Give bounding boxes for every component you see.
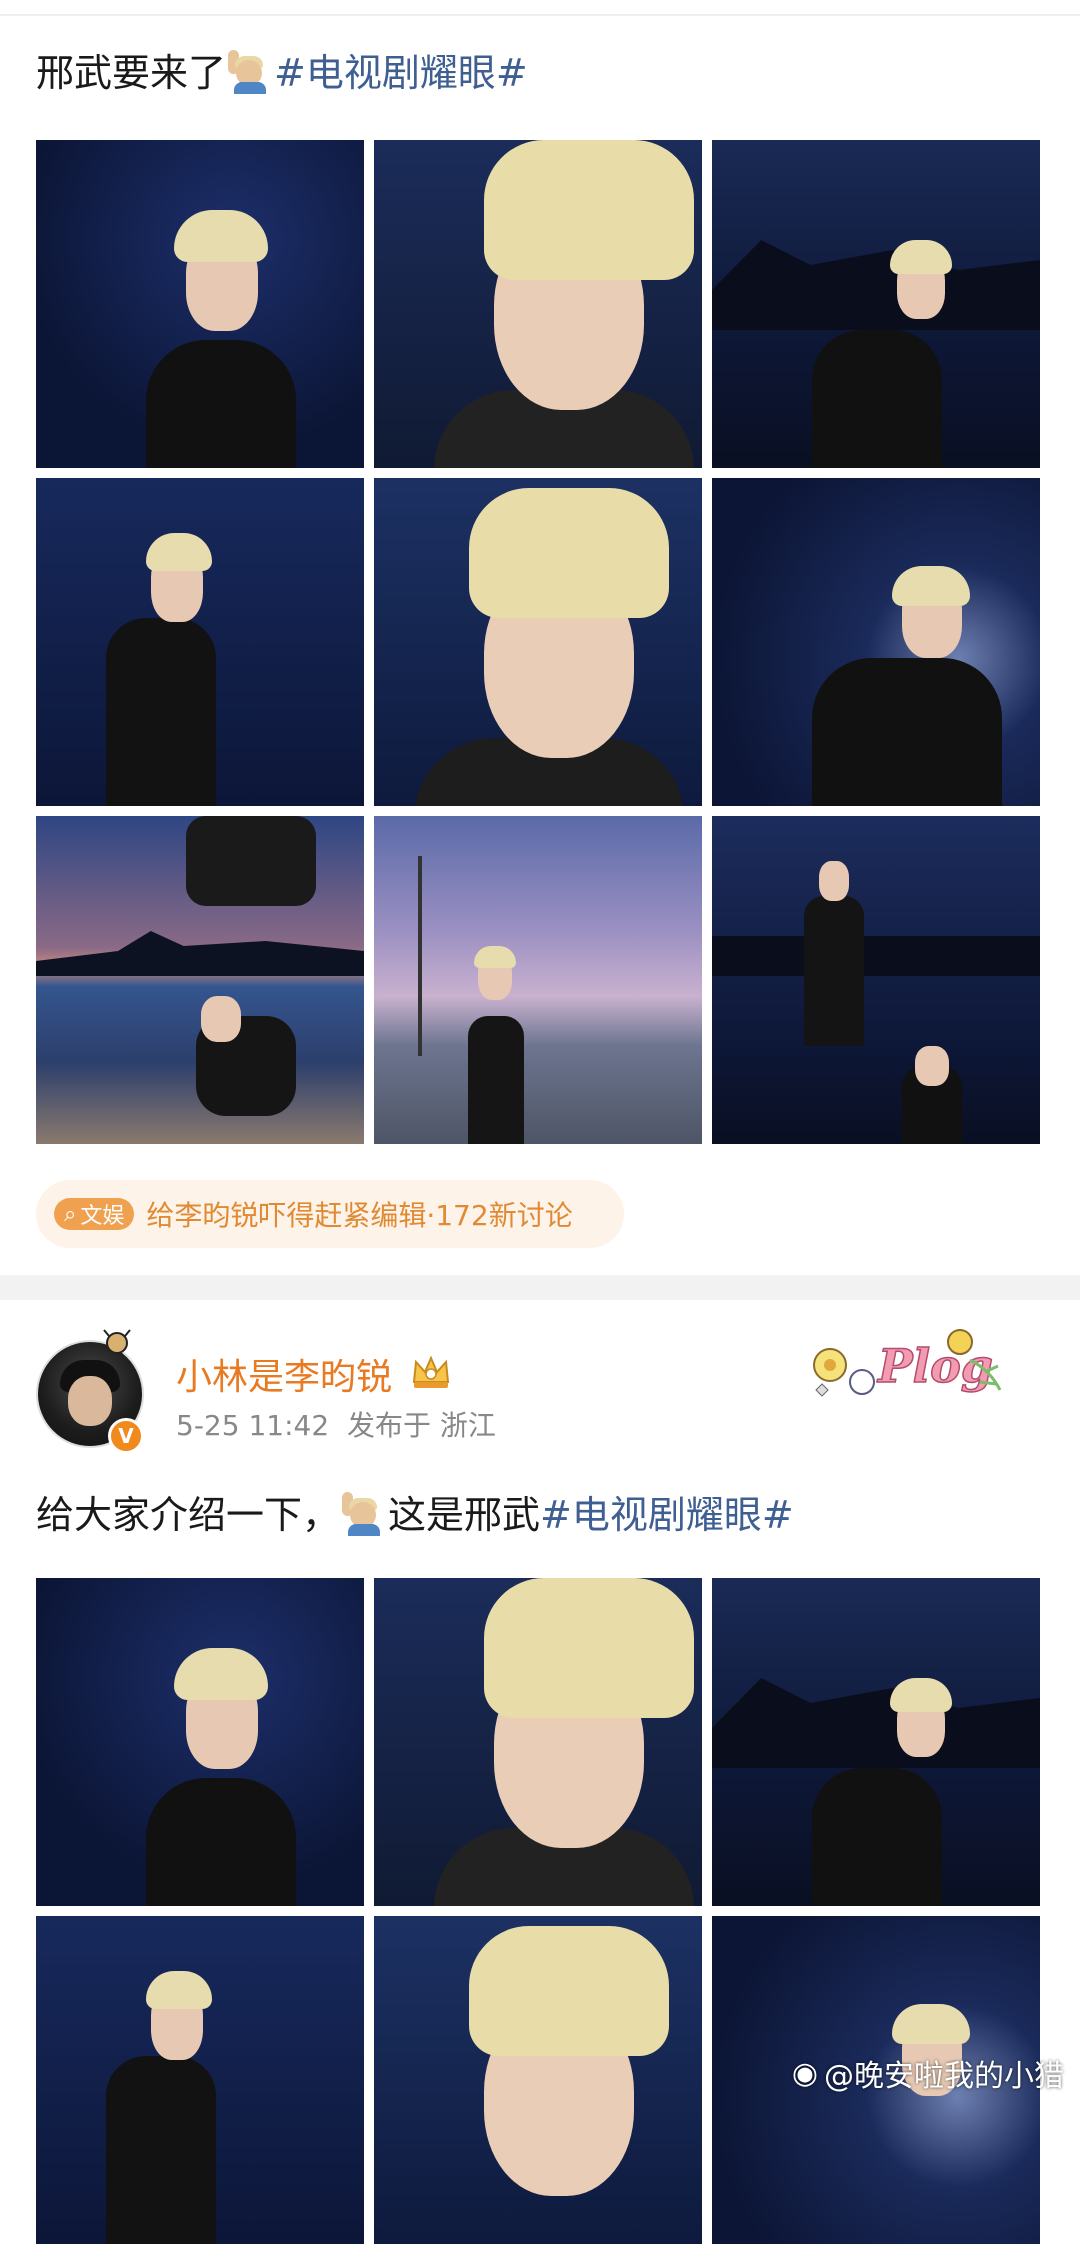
post-body-text: 给大家介绍一下， [36,1493,341,1537]
search-icon: ⌕ [64,1201,77,1227]
topic-banner[interactable]: ⌕ 文娱 给李昀锐吓得赶紧编辑·172新讨论 [36,1180,624,1248]
plog-sticker: Plog [813,1329,1002,1397]
photo-5[interactable] [374,478,702,806]
photo-3[interactable] [712,140,1040,468]
hashtag-link[interactable]: #电视剧耀眼# [274,51,528,95]
post-timestamp: 5-25 11:42 [176,1409,330,1442]
photo-8[interactable] [374,816,702,1144]
photo-5[interactable] [374,1916,702,2244]
post-text: 给大家介绍一下， 这是邢武#电视剧耀眼# [36,1490,794,1540]
post-meta: 5-25 11:42 发布于 浙江 [176,1404,496,1444]
photo-2[interactable] [374,1578,702,1906]
topic-text: 给李昀锐吓得赶紧编辑·172新讨论 [146,1199,573,1232]
photo-3[interactable] [712,1578,1040,1906]
crown-badge-icon[interactable] [410,1352,452,1390]
photo-2[interactable] [374,140,702,468]
photo-1[interactable] [36,1578,364,1906]
photo-4[interactable] [36,478,364,806]
post-card-2: V 小林是李昀锐 5-25 11:42 发布于 浙江 Plog 给大家介绍一下，… [0,1300,1080,2244]
watermark-text: @晚安啦我的小猎 [824,2059,1064,2094]
post-separator [0,1275,1080,1300]
divider [0,14,1080,16]
hashtag-link[interactable]: #电视剧耀眼# [540,1493,794,1537]
topic-tag: ⌕ 文娱 [54,1198,135,1230]
post-body-text-2: 这是邢武 [388,1493,541,1537]
post-text: 邢武要来了 #电视剧耀眼# [36,48,528,98]
photo-6[interactable] [712,478,1040,806]
photo-grid [36,1578,1040,2244]
person-raising-hand-emoji-icon [342,1492,386,1536]
photo-grid [36,140,1040,1144]
photo-4[interactable] [36,1916,364,2244]
watermark: ◉ @晚安啦我的小猎 [792,2051,1064,2095]
post-location: 发布于 浙江 [346,1409,496,1442]
verified-badge-icon: V [108,1418,144,1454]
photo-9[interactable] [712,816,1040,1144]
plog-sticker-text: Plog [876,1339,993,1393]
photo-1[interactable] [36,140,364,468]
topic-tag-label: 文娱 [80,1204,125,1229]
person-raising-hand-emoji-icon [228,50,272,94]
username[interactable]: 小林是李昀锐 [176,1348,392,1400]
avatar-decoration-icon [103,1329,131,1354]
post-card-1: 邢武要来了 #电视剧耀眼# ⌕ 文娱 给李昀锐吓得赶紧编辑·172新讨论 [0,0,1080,1275]
photo-7[interactable] [36,816,364,1144]
weibo-logo-icon: ◉ [791,2055,818,2091]
post-body-text: 邢武要来了 [36,51,227,95]
